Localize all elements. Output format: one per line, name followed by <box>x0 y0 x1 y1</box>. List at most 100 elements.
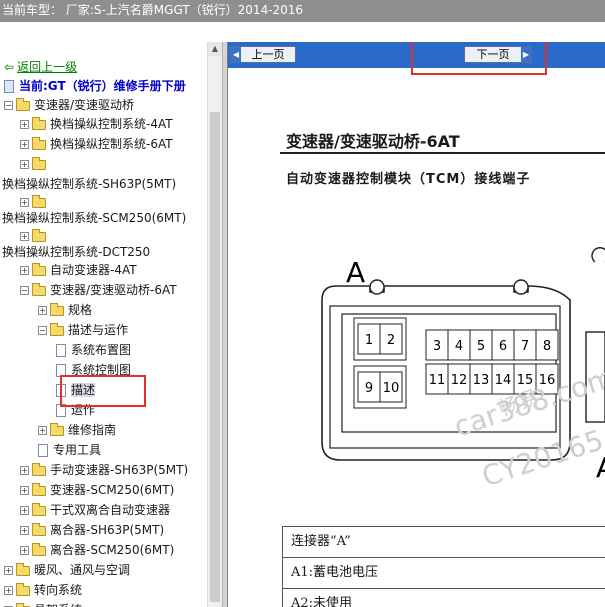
pin-number: 9 <box>365 381 373 396</box>
collapse-icon[interactable]: − <box>38 326 47 335</box>
connector-latch-left <box>369 279 385 295</box>
pin-number: 8 <box>543 339 551 354</box>
tree-item[interactable]: + 暖风、通风与空调 <box>4 561 130 579</box>
tree-item-label: 换档操纵控制系统-4AT <box>50 117 173 131</box>
folder-icon <box>32 156 46 170</box>
pin-number: 3 <box>433 339 441 354</box>
folder-icon <box>32 542 46 556</box>
tree-item[interactable]: 换档操纵控制系统-DCT250 <box>2 243 150 261</box>
scroll-thumb[interactable] <box>210 112 220 602</box>
pin-table-row: 连接器“A” <box>282 527 605 558</box>
folder-icon <box>32 136 46 150</box>
expand-icon[interactable]: + <box>38 306 47 315</box>
tree-item[interactable]: + 换档操纵控制系统-6AT <box>20 135 173 153</box>
tree-item-label: 换档操纵控制系统-SH63P(5MT) <box>2 177 177 191</box>
connector-diagram: A A 12345678910111213141516 <box>321 247 605 484</box>
tree-item[interactable]: + 换档操纵控制系统-4AT <box>20 115 173 133</box>
folder-icon <box>32 194 46 208</box>
tree-item[interactable]: − 变速器/变速驱动桥-6AT <box>20 281 177 299</box>
tree-item[interactable]: + 维修指南 <box>38 421 116 439</box>
back-arrow-icon: ⇦ <box>4 60 15 74</box>
tree-item-label: 离合器-SH63P(5MT) <box>50 523 165 537</box>
expand-icon[interactable]: + <box>20 120 29 129</box>
back-link[interactable]: ⇦ 返回上一级 <box>4 58 77 75</box>
expand-icon[interactable]: + <box>20 506 29 515</box>
folder-icon <box>16 582 30 596</box>
tree-item-label: 变速器-SCM250(6MT) <box>50 483 175 497</box>
tree-item[interactable]: + 干式双离合自动变速器 <box>20 501 170 519</box>
folder-icon <box>32 228 46 242</box>
pin-number: 4 <box>455 339 463 354</box>
expand-icon[interactable]: + <box>20 160 29 169</box>
expand-icon[interactable]: + <box>20 232 29 241</box>
folder-icon <box>32 502 46 516</box>
tree-item-label: 变速器/变速驱动桥 <box>34 98 135 112</box>
tree-item[interactable]: − 变速器/变速驱动桥 <box>4 96 134 114</box>
tree-item[interactable]: − 描述与运作 <box>38 321 128 339</box>
prev-page-button[interactable]: ◀ 上一页 <box>230 46 296 63</box>
expand-icon[interactable]: + <box>4 586 13 595</box>
document-icon <box>56 344 66 357</box>
manual-title[interactable]: 当前:GT（锐行）维修手册下册 <box>4 77 186 94</box>
tree-item-label: 换档操纵控制系统-DCT250 <box>2 245 151 259</box>
tree-item[interactable]: + 离合器-SH63P(5MT) <box>20 521 164 539</box>
expand-icon[interactable]: + <box>20 266 29 275</box>
tree-item-label: 专用工具 <box>53 443 102 457</box>
pin-number: 5 <box>477 339 485 354</box>
prev-arrow-icon: ◀ <box>231 47 241 62</box>
pin-number: 13 <box>473 373 490 388</box>
tree-item[interactable]: + 转向系统 <box>4 581 82 599</box>
connector-label: A <box>346 256 365 289</box>
highlight-box-describe <box>60 375 146 407</box>
scroll-up-arrow-icon[interactable]: ▲ <box>208 42 222 56</box>
collapse-icon[interactable]: − <box>20 286 29 295</box>
adjacent-connector-outline <box>591 247 605 263</box>
sidebar-scrollbar[interactable]: ▲ <box>207 42 222 607</box>
tree-item-label: 变速器/变速驱动桥-6AT <box>50 283 177 297</box>
folder-icon <box>32 116 46 130</box>
tree-item-label: 换档操纵控制系统-SCM250(6MT) <box>2 211 187 225</box>
folder-icon <box>32 482 46 496</box>
tree-item[interactable]: 系统布置图 <box>56 341 131 359</box>
expand-icon[interactable]: + <box>4 566 13 575</box>
pin-table-row: A1:蓄电池电压 <box>282 558 605 589</box>
expand-icon[interactable]: + <box>20 526 29 535</box>
expand-icon[interactable]: + <box>20 466 29 475</box>
content-pane: ◀ 上一页 ▶ 下一页 变速器/变速驱动桥-6AT 自动变速器控制模块（TCM）接线… <box>228 42 605 607</box>
tree-item[interactable]: + 规格 <box>38 301 92 319</box>
pin-number: 14 <box>495 373 512 388</box>
tree-item-label: 自动变速器-4AT <box>50 263 137 277</box>
tree-item[interactable]: + 手动变速器-SH63P(5MT) <box>20 461 188 479</box>
folder-icon <box>50 422 64 436</box>
tree-item-label: 系统布置图 <box>71 343 132 357</box>
expand-icon[interactable]: + <box>20 140 29 149</box>
expand-icon[interactable]: + <box>20 486 29 495</box>
pin-number: 12 <box>451 373 468 388</box>
collapse-icon[interactable]: − <box>4 101 13 110</box>
tree-item[interactable]: 换档操纵控制系统-SH63P(5MT) <box>2 175 176 193</box>
expand-icon[interactable]: + <box>20 546 29 555</box>
pin-number: 1 <box>365 333 373 348</box>
tree-item[interactable]: +悬架系统 <box>4 601 82 607</box>
sidebar-tree: ⇦ 返回上一级 当前:GT（锐行）维修手册下册 − 变速器/变速驱动桥 + 换档操纵控制… <box>0 42 222 607</box>
back-link-label: 返回上一级 <box>17 60 78 74</box>
tree-item[interactable]: 换档操纵控制系统-SCM250(6MT) <box>2 209 186 227</box>
prev-page-label: 上一页 <box>251 48 285 61</box>
tree-item[interactable]: + <box>20 155 50 173</box>
tree-item-label: 描述与运作 <box>68 323 129 337</box>
tree-item[interactable]: + 自动变速器-4AT <box>20 261 137 279</box>
pin-table-row: A2:未使用 <box>282 589 605 607</box>
document-icon <box>38 444 48 457</box>
expand-icon[interactable]: + <box>38 426 47 435</box>
tree-item-label: 规格 <box>68 303 93 317</box>
tree-item-label: 维修指南 <box>68 423 117 437</box>
tree-item[interactable]: + 变速器-SCM250(6MT) <box>20 481 174 499</box>
folder-icon <box>50 302 64 316</box>
window-title-bar: 当前车型： 厂家:S-上汽名爵MGGT（锐行）2014-2016 <box>0 0 605 22</box>
tree-item[interactable]: 专用工具 <box>38 441 101 459</box>
tree-item-label: 离合器-SCM250(6MT) <box>50 543 175 557</box>
tree-item[interactable]: + 离合器-SCM250(6MT) <box>20 541 174 559</box>
expand-icon[interactable]: + <box>20 198 29 207</box>
pin-number: 7 <box>521 339 529 354</box>
tree-item-label: 干式双离合自动变速器 <box>50 503 171 517</box>
